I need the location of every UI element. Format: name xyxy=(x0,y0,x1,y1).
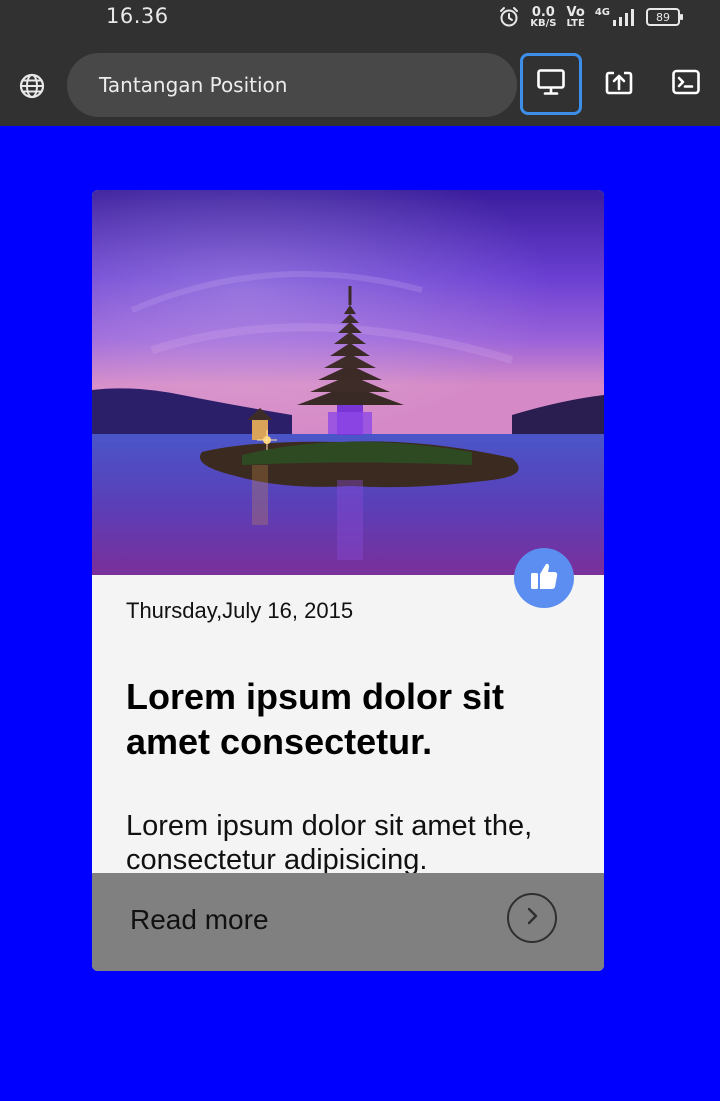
status-bar: 16.36 0.0 KB/S Vo LTE 4G 89 xyxy=(0,0,720,42)
volte-top: Vo xyxy=(566,4,585,20)
address-bar[interactable]: Tantangan Position xyxy=(67,53,517,117)
temple-photo xyxy=(92,190,604,575)
article-date: Thursday,July 16, 2015 xyxy=(126,598,354,623)
read-more-button[interactable] xyxy=(507,893,557,943)
volte-bottom: LTE xyxy=(566,17,585,29)
article-title: Lorem ipsum dolor sit amet consectetur. xyxy=(126,676,505,762)
article-card: Thursday,July 16, 2015 Lorem ipsum dolor… xyxy=(92,190,604,971)
open-in-app-button[interactable] xyxy=(588,53,650,115)
read-more-link[interactable]: Read more xyxy=(130,904,269,936)
volte-indicator: Vo LTE xyxy=(566,4,585,29)
status-icons: 0.0 KB/S Vo LTE 4G 89 xyxy=(498,4,683,30)
article-excerpt: Lorem ipsum dolor sit amet the, consecte… xyxy=(126,810,533,876)
terminal-button[interactable] xyxy=(655,53,717,115)
card-footer: Read more xyxy=(92,873,604,971)
globe-icon[interactable] xyxy=(17,71,47,101)
page-title: Tantangan Position xyxy=(99,73,288,97)
desktop-view-button[interactable] xyxy=(520,53,582,115)
network-speed-value: 0.0 xyxy=(531,4,555,20)
open-in-app-icon xyxy=(604,68,634,100)
thumbs-up-icon xyxy=(527,559,561,597)
terminal-icon xyxy=(671,68,701,100)
network-speed-unit: KB/S xyxy=(530,17,557,29)
like-button[interactable] xyxy=(514,548,574,608)
signal-icon: 4G xyxy=(595,7,636,27)
alarm-icon xyxy=(498,6,520,28)
battery-level: 89 xyxy=(656,10,670,24)
desktop-view-icon xyxy=(536,68,566,100)
network-type: 4G xyxy=(594,7,610,18)
battery-icon: 89 xyxy=(646,8,683,26)
browser-toolbar: Tantangan Position xyxy=(0,42,720,126)
chevron-right-icon xyxy=(522,905,542,931)
status-time: 16.36 xyxy=(106,4,169,28)
network-speed: 0.0 KB/S xyxy=(530,4,557,29)
